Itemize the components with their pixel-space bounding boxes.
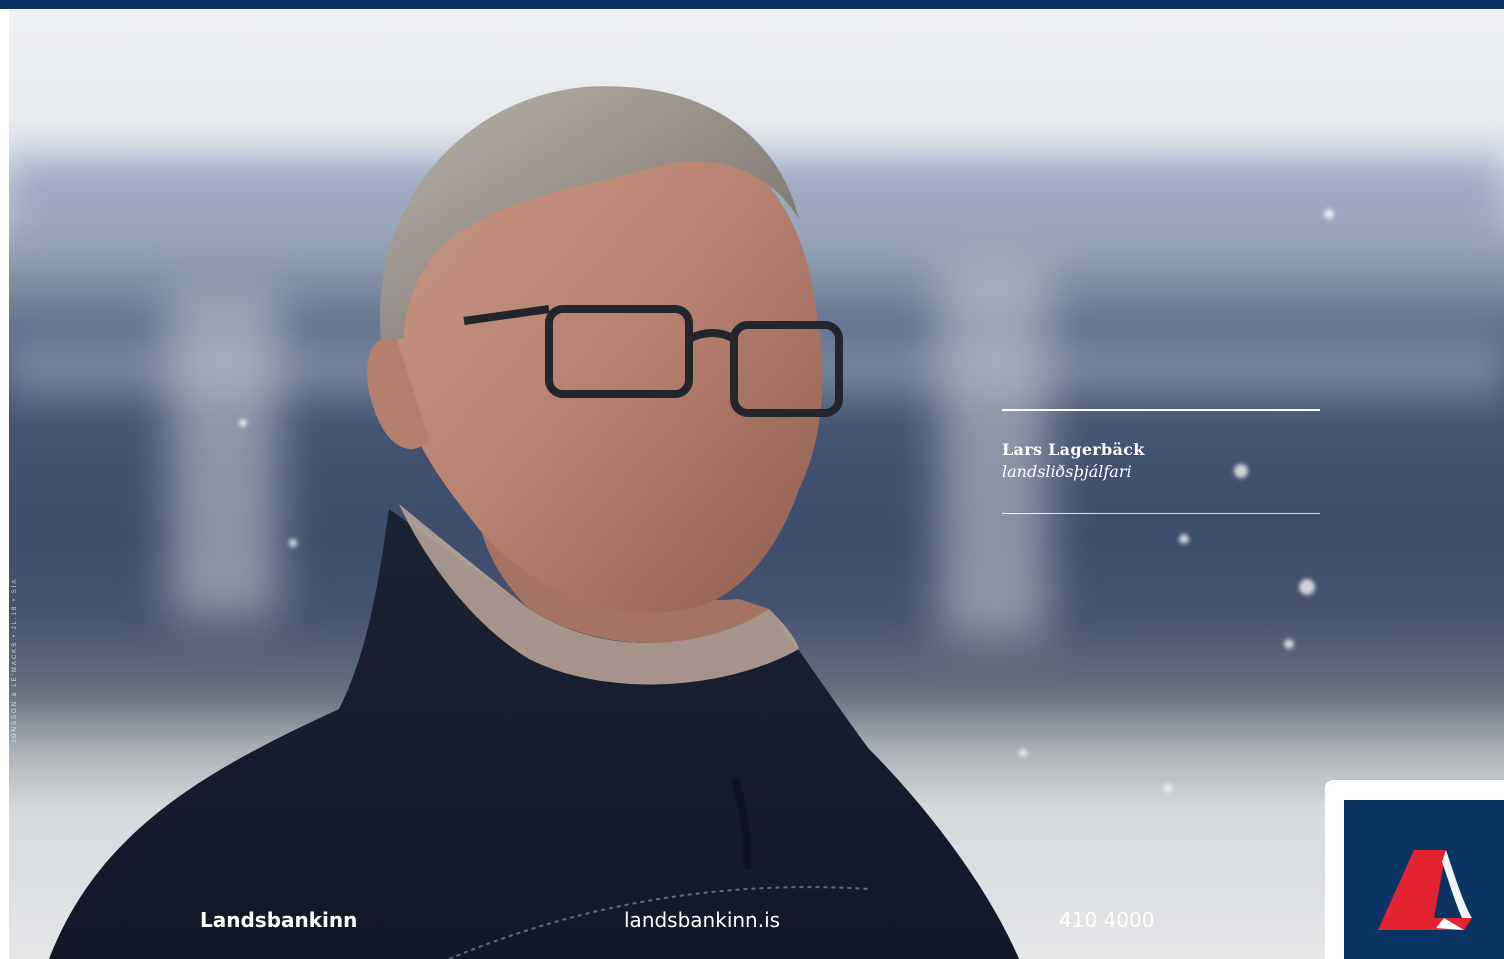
left-white-margin (0, 9, 9, 959)
advertisement-page: JÓNSSON & LE'MACKS • JL.18 • SÍA Lars La… (0, 0, 1504, 959)
landsbankinn-logo-icon (1378, 850, 1472, 930)
caption-name: Lars Lagerbäck (1002, 440, 1145, 459)
landsbankinn-logo[interactable] (1344, 800, 1504, 959)
caption-divider-bottom (1002, 513, 1320, 514)
caption-divider-top (1002, 409, 1320, 411)
caption-role: landsliðsþjálfari (1002, 462, 1132, 481)
footer-brand-name: Landsbankinn (200, 908, 358, 932)
coach-portrait-silhouette (49, 86, 1019, 959)
footer-website-link[interactable]: landsbankinn.is (624, 908, 780, 932)
footer-phone-number[interactable]: 410 4000 (1059, 908, 1154, 932)
portrait-photo (9, 9, 1504, 959)
photo-credit: JÓNSSON & LE'MACKS • JL.18 • SÍA (12, 577, 18, 743)
top-navy-bar (0, 0, 1504, 9)
